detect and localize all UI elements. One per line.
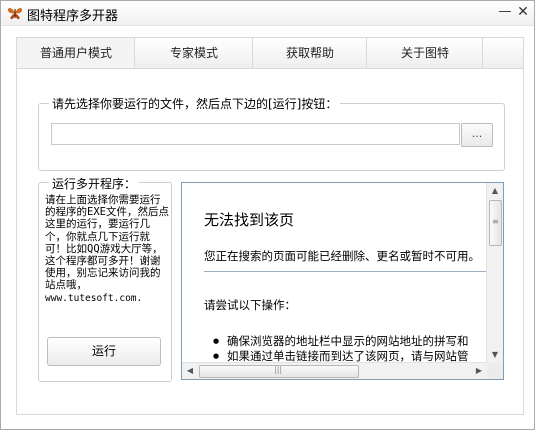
tab-about[interactable]: 关于图特 — [366, 37, 484, 69]
website-text: www.tutesoft.com. — [45, 292, 143, 304]
error-subtext: 您正在搜索的页面可能已经删除、更名或暂时不可用。 — [204, 249, 480, 263]
divider — [204, 271, 487, 272]
minimize-button[interactable]: — — [498, 4, 512, 20]
instructions-body: 请在上面选择你需要运行的程序的EXE文件，然后点这里的运行，要运行几个，你就点几… — [45, 194, 169, 292]
run-button[interactable]: 运行 — [47, 337, 161, 366]
vertical-scrollbar[interactable]: ▲ ≡ ▼ — [486, 183, 503, 363]
instructions-text: 请在上面选择你需要运行的程序的EXE文件，然后点这里的运行，要运行几个，你就点几… — [45, 194, 169, 305]
mode-tabs: 普通用户模式 专家模式 获取帮助 关于图特 — [16, 37, 524, 70]
title-bar[interactable]: 图特程序多开器 — ✕ — [1, 1, 534, 26]
error-heading: 无法找到该页 — [204, 211, 295, 229]
file-select-legend: 请先选择你要运行的文件，然后点下边的[运行]按钮： — [49, 95, 341, 112]
tab-blank — [482, 37, 524, 69]
scroll-up-arrow-icon[interactable]: ▲ — [487, 183, 503, 199]
scroll-left-arrow-icon[interactable]: ◀ — [182, 363, 198, 379]
scroll-right-arrow-icon[interactable]: ▶ — [471, 363, 487, 379]
window-title: 图特程序多开器 — [27, 9, 119, 24]
horizontal-scrollbar[interactable]: ◀ ||| ▶ — [182, 362, 487, 379]
embedded-browser-pane[interactable]: 无法找到该页 您正在搜索的页面可能已经删除、更名或暂时不可用。 请尝试以下操作：… — [181, 182, 504, 380]
file-path-input[interactable] — [51, 123, 460, 145]
tab-expert-mode[interactable]: 专家模式 — [134, 37, 254, 69]
app-window: 图特程序多开器 — ✕ 普通用户模式 专家模式 获取帮助 关于图特 请先选择你要… — [0, 0, 535, 430]
horizontal-scroll-thumb[interactable]: ||| — [199, 365, 359, 378]
scroll-down-arrow-icon[interactable]: ▼ — [487, 347, 503, 363]
butterfly-icon — [7, 5, 23, 21]
browse-button[interactable]: ... — [461, 123, 493, 147]
list-item: 确保浏览器的地址栏中显示的网站地址的拼写和 — [213, 334, 468, 349]
run-group-legend: 运行多开程序： — [49, 175, 140, 192]
tab-help[interactable]: 获取帮助 — [252, 37, 368, 69]
close-button[interactable]: ✕ — [516, 4, 530, 20]
vertical-scroll-thumb[interactable]: ≡ — [489, 200, 502, 246]
suggestion-label: 请尝试以下操作： — [204, 298, 296, 312]
scroll-corner — [487, 363, 503, 379]
tab-normal-mode[interactable]: 普通用户模式 — [16, 37, 136, 70]
suggestion-list: 确保浏览器的地址栏中显示的网站地址的拼写和 如果通过单击链接而到达了该网页，请与… — [213, 334, 468, 364]
